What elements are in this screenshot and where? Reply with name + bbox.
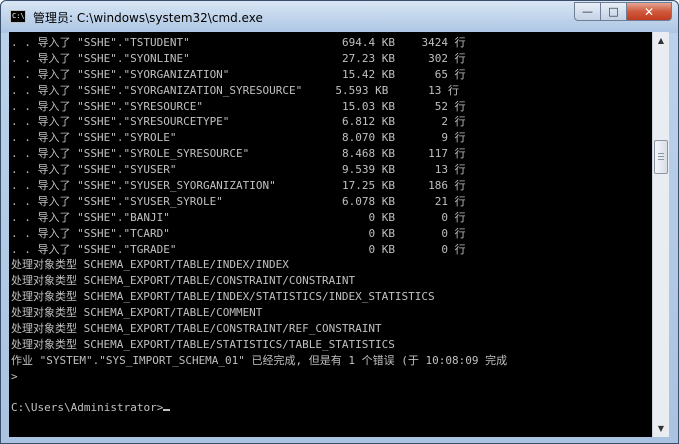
- console-line: >: [11, 369, 18, 383]
- console-line: . . 导入了 "SSHE"."SYRESOURCETYPE" 6.812 KB…: [11, 115, 466, 129]
- console-line: 处理对象类型 SCHEMA_EXPORT/TABLE/INDEX/STATIST…: [11, 290, 435, 304]
- minimize-icon: —: [582, 5, 593, 18]
- console-line: . . 导入了 "SSHE"."SYUSER" 9.539 KB 13 行: [11, 163, 466, 177]
- console-line: . . 导入了 "SSHE"."TSTUDENT" 694.4 KB 3424 …: [11, 36, 466, 49]
- console-line: 处理对象类型 SCHEMA_EXPORT/TABLE/COMMENT: [11, 306, 263, 320]
- command-prompt-line: C:\Users\Administrator>: [11, 400, 507, 416]
- console-line: . . 导入了 "SSHE"."SYUSER_SYORGANIZATION" 1…: [11, 179, 466, 193]
- title-bar[interactable]: C:\ 管理员: C:\windows\system32\cmd.exe — □…: [1, 1, 678, 33]
- console-line: . . 导入了 "SSHE"."SYROLE" 8.070 KB 9 行: [11, 131, 466, 145]
- console-line: 作业 "SYSTEM"."SYS_IMPORT_SCHEMA_01" 已经完成,…: [11, 353, 508, 367]
- window-title: 管理员: C:\windows\system32\cmd.exe: [33, 11, 263, 25]
- console-line: 处理对象类型 SCHEMA_EXPORT/TABLE/CONSTRAINT/CO…: [11, 274, 356, 288]
- console-line: . . 导入了 "SSHE"."SYORGANIZATION" 15.42 KB…: [11, 67, 466, 81]
- console-line: . . 导入了 "SSHE"."TCARD" 0 KB 0 行: [11, 226, 466, 240]
- console-line: . . 导入了 "SSHE"."SYRESOURCE" 15.03 KB 52 …: [11, 99, 466, 113]
- arrow-up-icon: ▲: [657, 36, 665, 45]
- console-line: . . 导入了 "SSHE"."SYORGANIZATION_SYRESOURC…: [11, 83, 459, 97]
- console-line: 处理对象类型 SCHEMA_EXPORT/TABLE/INDEX/INDEX: [11, 258, 289, 272]
- caption-buttons: — □ ✕: [574, 2, 672, 22]
- console-output[interactable]: . . 导入了 "SSHE"."TSTUDENT" 694.4 KB 3424 …: [9, 32, 652, 437]
- maximize-icon: □: [608, 5, 619, 18]
- console-window: C:\ 管理员: C:\windows\system32\cmd.exe — □…: [0, 0, 679, 444]
- console-line: 处理对象类型 SCHEMA_EXPORT/TABLE/CONSTRAINT/RE…: [11, 322, 382, 336]
- cmd-console-icon[interactable]: C:\: [10, 10, 26, 23]
- console-line: 处理对象类型 SCHEMA_EXPORT/TABLE/STATISTICS/TA…: [11, 337, 395, 351]
- text-cursor: [163, 409, 171, 412]
- console-line: . . 导入了 "SSHE"."BANJI" 0 KB 0 行: [11, 210, 466, 224]
- close-button[interactable]: ✕: [627, 2, 672, 21]
- arrow-down-icon: ▼: [657, 424, 665, 433]
- console-text: . . 导入了 "SSHE"."TSTUDENT" 694.4 KB 3424 …: [11, 35, 507, 416]
- console-line: . . 导入了 "SSHE"."SYROLE_SYRESOURCE" 8.468…: [11, 147, 466, 161]
- vertical-scrollbar[interactable]: ▲ ▼: [652, 32, 669, 437]
- console-line: . . 导入了 "SSHE"."TGRADE" 0 KB 0 行: [11, 242, 466, 256]
- console-line: . . 导入了 "SSHE"."SYUSER_SYROLE" 6.078 KB …: [11, 194, 466, 208]
- close-icon: ✕: [643, 4, 655, 19]
- console-line: . . 导入了 "SSHE"."SYONLINE" 27.23 KB 302 行: [11, 51, 466, 65]
- minimize-button[interactable]: —: [574, 2, 601, 21]
- maximize-button[interactable]: □: [601, 2, 627, 21]
- scroll-down-button[interactable]: ▼: [653, 420, 669, 437]
- scroll-up-button[interactable]: ▲: [653, 32, 669, 49]
- scroll-thumb[interactable]: [654, 139, 668, 174]
